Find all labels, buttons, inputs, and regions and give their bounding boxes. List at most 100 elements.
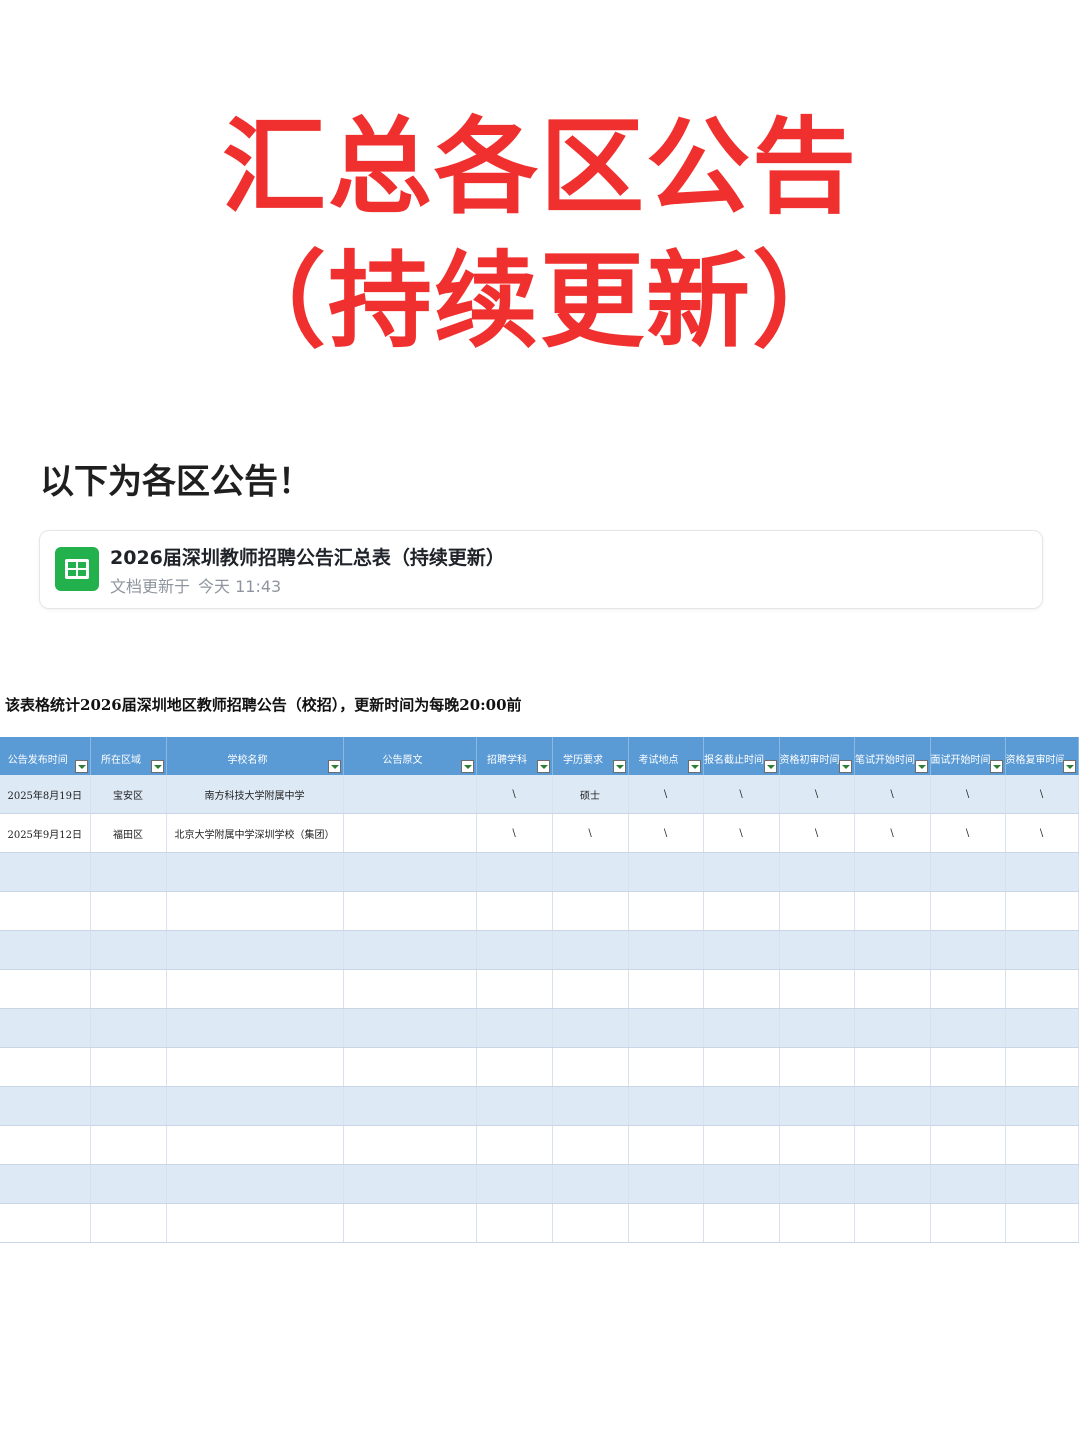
- table-cell[interactable]: [0, 852, 91, 892]
- table-cell[interactable]: [703, 1203, 780, 1243]
- table-cell[interactable]: [476, 852, 553, 892]
- table-cell[interactable]: [854, 1008, 931, 1048]
- table-cell[interactable]: [854, 1164, 931, 1204]
- table-cell[interactable]: [628, 1125, 704, 1165]
- table-cell[interactable]: [854, 1125, 931, 1165]
- table-cell[interactable]: [90, 1086, 167, 1126]
- table-cell[interactable]: [552, 930, 629, 970]
- table-cell[interactable]: [166, 969, 344, 1009]
- column-header[interactable]: 公告发布时间: [0, 737, 91, 775]
- table-cell[interactable]: [90, 969, 167, 1009]
- filter-dropdown-icon[interactable]: [150, 760, 164, 773]
- table-cell[interactable]: 2025年8月19日: [0, 775, 91, 814]
- table-cell[interactable]: [930, 1008, 1006, 1048]
- table-cell[interactable]: \: [930, 775, 1006, 814]
- table-cell[interactable]: [166, 1164, 344, 1204]
- column-header[interactable]: 学校名称: [166, 737, 344, 775]
- table-cell[interactable]: [166, 1047, 344, 1087]
- column-header[interactable]: 学历要求: [552, 737, 629, 775]
- table-cell[interactable]: 宝安区: [90, 775, 167, 814]
- document-link-card[interactable]: 2026届深圳教师招聘公告汇总表（持续更新） 文档更新于 今天 11:43: [39, 530, 1043, 609]
- table-cell[interactable]: [930, 1086, 1006, 1126]
- table-cell[interactable]: [343, 891, 477, 931]
- table-cell[interactable]: [779, 852, 855, 892]
- table-cell[interactable]: [703, 1125, 780, 1165]
- column-header[interactable]: 笔试开始时间: [854, 737, 931, 775]
- table-cell[interactable]: [552, 1164, 629, 1204]
- table-cell[interactable]: [1005, 969, 1079, 1009]
- table-cell[interactable]: [628, 969, 704, 1009]
- table-cell[interactable]: [552, 1047, 629, 1087]
- table-cell[interactable]: [476, 969, 553, 1009]
- table-cell[interactable]: [90, 1203, 167, 1243]
- table-cell[interactable]: [0, 930, 91, 970]
- table-cell[interactable]: [0, 1047, 91, 1087]
- table-cell[interactable]: \: [854, 775, 931, 814]
- table-cell[interactable]: [166, 1125, 344, 1165]
- table-cell[interactable]: [552, 1086, 629, 1126]
- document-title[interactable]: 2026届深圳教师招聘公告汇总表（持续更新）: [110, 543, 505, 570]
- table-cell[interactable]: [930, 1125, 1006, 1165]
- table-cell[interactable]: [343, 1125, 477, 1165]
- table-cell[interactable]: \: [930, 813, 1006, 853]
- filter-dropdown-icon[interactable]: [763, 760, 777, 773]
- table-cell[interactable]: [476, 891, 553, 931]
- table-cell[interactable]: [628, 891, 704, 931]
- table-cell[interactable]: [0, 1086, 91, 1126]
- table-cell[interactable]: [166, 1008, 344, 1048]
- column-header[interactable]: 资格初审时间: [779, 737, 855, 775]
- table-cell[interactable]: \: [476, 813, 553, 853]
- table-cell[interactable]: [476, 930, 553, 970]
- table-cell[interactable]: [628, 930, 704, 970]
- table-cell[interactable]: [779, 891, 855, 931]
- table-cell[interactable]: [1005, 1203, 1079, 1243]
- table-cell[interactable]: [703, 969, 780, 1009]
- table-cell[interactable]: [779, 969, 855, 1009]
- table-cell[interactable]: [779, 1203, 855, 1243]
- filter-dropdown-icon[interactable]: [536, 760, 550, 773]
- table-cell[interactable]: [90, 1008, 167, 1048]
- table-cell[interactable]: [779, 930, 855, 970]
- table-cell[interactable]: [854, 1047, 931, 1087]
- table-cell[interactable]: [343, 1047, 477, 1087]
- table-cell[interactable]: [930, 1164, 1006, 1204]
- table-cell[interactable]: [0, 891, 91, 931]
- table-cell[interactable]: [779, 1086, 855, 1126]
- table-cell[interactable]: [1005, 852, 1079, 892]
- table-cell[interactable]: [90, 1047, 167, 1087]
- table-cell[interactable]: [1005, 930, 1079, 970]
- table-cell[interactable]: [1005, 891, 1079, 931]
- filter-dropdown-icon[interactable]: [914, 760, 928, 773]
- column-header[interactable]: 考试地点: [628, 737, 704, 775]
- table-cell[interactable]: [1005, 1164, 1079, 1204]
- table-cell[interactable]: [703, 1164, 780, 1204]
- table-cell[interactable]: [343, 813, 477, 853]
- table-cell[interactable]: [0, 1203, 91, 1243]
- table-cell[interactable]: [854, 969, 931, 1009]
- table-cell[interactable]: [703, 930, 780, 970]
- table-cell[interactable]: [476, 1164, 553, 1204]
- table-cell[interactable]: [90, 852, 167, 892]
- table-cell[interactable]: [703, 1008, 780, 1048]
- column-header[interactable]: 面试开始时间: [930, 737, 1006, 775]
- table-cell[interactable]: [166, 891, 344, 931]
- table-cell[interactable]: [343, 775, 477, 814]
- table-cell[interactable]: [1005, 1086, 1079, 1126]
- table-cell[interactable]: [703, 852, 780, 892]
- table-cell[interactable]: \: [628, 813, 704, 853]
- table-cell[interactable]: [854, 1203, 931, 1243]
- filter-dropdown-icon[interactable]: [687, 760, 701, 773]
- table-cell[interactable]: \: [854, 813, 931, 853]
- table-cell[interactable]: [703, 891, 780, 931]
- table-cell[interactable]: [628, 1164, 704, 1204]
- table-cell[interactable]: [552, 891, 629, 931]
- column-header[interactable]: 所在区域: [90, 737, 167, 775]
- table-cell[interactable]: [930, 1203, 1006, 1243]
- table-cell[interactable]: [854, 930, 931, 970]
- table-cell[interactable]: [1005, 1047, 1079, 1087]
- table-cell[interactable]: [476, 1203, 553, 1243]
- table-cell[interactable]: [0, 1164, 91, 1204]
- column-header[interactable]: 招聘学科: [476, 737, 553, 775]
- table-cell[interactable]: [779, 1164, 855, 1204]
- table-cell[interactable]: [854, 852, 931, 892]
